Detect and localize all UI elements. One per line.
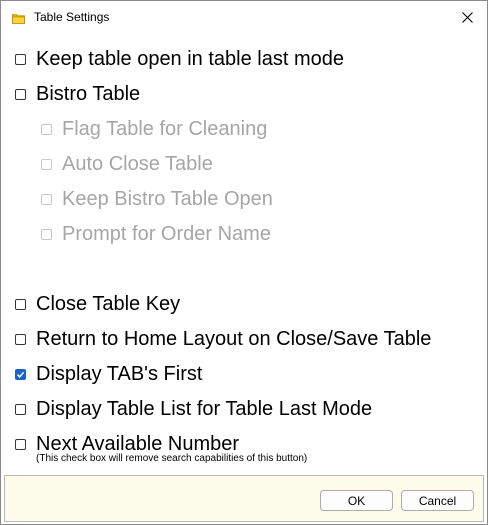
checkbox-display-table-list[interactable] [15,403,26,415]
next-available-note: (This check box will remove search capab… [36,453,308,464]
ok-button[interactable]: OK [320,490,393,511]
option-bistro-table[interactable]: Bistro Table [15,81,140,107]
option-keep-table-open[interactable]: Keep table open in table last mode [15,46,344,72]
option-return-home-layout[interactable]: Return to Home Layout on Close/Save Tabl… [15,326,431,352]
option-label: Close Table Key [36,292,181,315]
checkmark-icon [17,371,25,378]
close-icon [461,11,473,23]
checkbox-keep-table-open[interactable] [15,53,26,65]
folder-icon [12,11,25,24]
checkbox-flag-table-cleaning [41,123,52,135]
checkbox-close-table-key[interactable] [15,298,26,310]
option-prompt-order-name: Prompt for Order Name [41,221,271,247]
checkbox-display-tabs-first[interactable] [15,368,26,380]
option-label: Display TAB's First [36,362,203,385]
checkbox-keep-bistro-open [41,193,52,205]
options-panel: Keep table open in table last mode Bistr… [1,34,487,475]
option-flag-table-cleaning: Flag Table for Cleaning [41,116,267,142]
close-button[interactable] [447,1,487,33]
checkbox-next-available-number[interactable] [15,438,26,450]
title-bar: Table Settings [1,1,487,34]
checkbox-prompt-order-name [41,228,52,240]
option-label: Keep Bistro Table Open [62,187,273,210]
option-label: Prompt for Order Name [62,222,271,245]
option-label: Display Table List for Table Last Mode [36,397,373,420]
option-display-table-list[interactable]: Display Table List for Table Last Mode [15,396,372,422]
option-close-table-key[interactable]: Close Table Key [15,291,180,317]
option-label: Keep table open in table last mode [36,47,344,70]
window-title: Table Settings [34,10,110,24]
dialog-footer: OK Cancel [4,475,484,522]
option-display-tabs-first[interactable]: Display TAB's First [15,361,202,387]
option-label: Flag Table for Cleaning [62,117,268,140]
option-label: Return to Home Layout on Close/Save Tabl… [36,327,432,350]
checkbox-return-home-layout[interactable] [15,333,26,345]
option-label: Bistro Table [36,82,141,105]
option-keep-bistro-open: Keep Bistro Table Open [41,186,273,212]
table-settings-dialog: Table Settings Keep table open in table … [0,0,488,525]
cancel-button[interactable]: Cancel [401,490,474,511]
option-auto-close-table: Auto Close Table [41,151,213,177]
option-label: Auto Close Table [62,152,213,175]
checkbox-auto-close-table [41,158,52,170]
checkbox-bistro-table[interactable] [15,88,26,100]
